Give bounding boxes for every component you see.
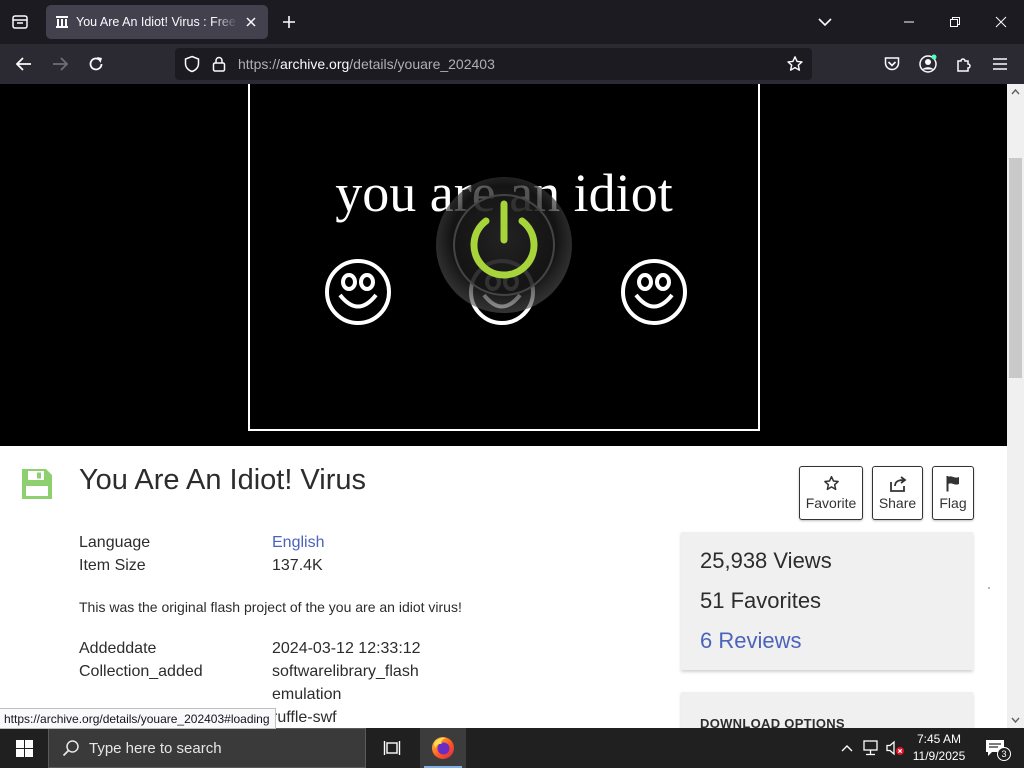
volume-tray-button[interactable] xyxy=(885,738,905,758)
stats-panel: 25,938 Views 51 Favorites 6 Reviews xyxy=(681,532,973,670)
favorite-button[interactable]: Favorite xyxy=(799,466,863,520)
collection-added-value: emulation xyxy=(272,686,342,703)
extensions-button[interactable] xyxy=(952,52,976,76)
reload-button[interactable] xyxy=(84,52,108,76)
download-options-heading: DOWNLOAD OPTIONS xyxy=(700,716,845,728)
clock-time: 7:45 AM xyxy=(916,732,962,746)
favorite-label: Favorite xyxy=(805,495,857,511)
pocket-icon xyxy=(884,57,900,71)
minimize-icon xyxy=(904,21,914,23)
lock-icon[interactable] xyxy=(210,55,228,73)
firefox-view-icon xyxy=(12,15,28,29)
share-icon xyxy=(889,475,906,492)
bookmark-star-icon[interactable] xyxy=(786,55,804,73)
close-window-button[interactable] xyxy=(978,0,1024,44)
notification-center-button[interactable]: 3 xyxy=(978,734,1012,762)
tab-title: You Are An Idiot! Virus : Free Download,… xyxy=(76,15,238,29)
addeddate-value: 2024-03-12 12:33:12 xyxy=(272,640,421,657)
address-bar[interactable]: https://archive.org/details/youare_20240… xyxy=(175,48,812,80)
language-label: Language xyxy=(79,534,151,551)
task-view-button[interactable] xyxy=(372,728,412,768)
item-description: This was the original flash project of t… xyxy=(79,599,462,615)
flash-player[interactable]: you are an idiot xyxy=(248,84,760,431)
clock-date: 11/9/2025 xyxy=(912,749,966,763)
arrow-right-icon xyxy=(53,57,69,71)
scroll-down-arrow-icon[interactable] xyxy=(1011,715,1020,724)
media-theater: you are an idiot xyxy=(0,84,1007,446)
language-link[interactable]: English xyxy=(272,534,324,552)
scrollbar-thumb[interactable] xyxy=(1009,158,1022,378)
collection-added-value: softwarelibrary_flash xyxy=(272,663,419,680)
reviews-link[interactable]: 6 Reviews xyxy=(700,628,801,654)
chevron-down-icon xyxy=(818,18,832,27)
show-hidden-icons-button[interactable] xyxy=(837,738,857,758)
link-status-tooltip: https://archive.org/details/youare_20240… xyxy=(0,708,276,729)
share-label: Share xyxy=(878,494,917,511)
network-tray-button[interactable] xyxy=(861,738,881,758)
start-button[interactable] xyxy=(0,728,48,768)
decorative-dot xyxy=(988,587,990,589)
star-icon xyxy=(823,475,839,491)
collection-added-value: ruffle-swf xyxy=(272,709,337,726)
minimize-button[interactable] xyxy=(886,0,932,44)
page-viewport: you are an idiot xyxy=(0,84,1024,728)
windows-taskbar: Type here to search 7:45 AM 11/9/2025 3 xyxy=(0,728,1024,768)
flag-label: Flag xyxy=(939,495,967,511)
restore-icon xyxy=(950,17,960,27)
forward-button[interactable] xyxy=(48,52,72,76)
close-tab-icon[interactable] xyxy=(242,13,260,31)
task-view-icon xyxy=(383,741,401,755)
new-tab-button[interactable] xyxy=(278,11,300,33)
taskbar-search-box[interactable]: Type here to search xyxy=(48,728,366,768)
browser-tab-bar: You Are An Idiot! Virus : Free Download,… xyxy=(0,0,1024,44)
reload-icon xyxy=(89,57,103,71)
software-floppy-icon xyxy=(22,469,52,499)
favorites-count: 51 Favorites xyxy=(700,588,822,613)
scroll-up-arrow-icon[interactable] xyxy=(1011,88,1020,97)
views-count: 25,938 Views xyxy=(700,548,832,573)
back-button[interactable] xyxy=(12,52,36,76)
addeddate-label: Addeddate xyxy=(79,640,157,657)
download-options-panel: DOWNLOAD OPTIONS xyxy=(681,692,973,728)
restore-button[interactable] xyxy=(932,0,978,44)
windows-logo-icon xyxy=(15,739,33,757)
arrow-left-icon xyxy=(15,57,31,71)
search-placeholder: Type here to search xyxy=(89,739,222,757)
smiley-face-icon xyxy=(621,259,687,325)
play-power-button-icon[interactable] xyxy=(433,174,575,316)
item-title: You Are An Idiot! Virus xyxy=(79,464,366,496)
page-scrollbar[interactable] xyxy=(1007,84,1024,728)
active-tab[interactable]: You Are An Idiot! Virus : Free Download,… xyxy=(46,5,268,39)
tracking-shield-icon[interactable] xyxy=(183,55,201,73)
volume-muted-icon xyxy=(886,740,904,756)
share-button[interactable]: Share xyxy=(872,466,923,520)
account-icon xyxy=(919,54,937,73)
archive-favicon-icon xyxy=(54,14,70,30)
url-text[interactable]: https://archive.org/details/youare_20240… xyxy=(238,56,495,72)
search-icon xyxy=(62,740,79,757)
url-domain: archive.org xyxy=(280,56,350,72)
item-size-value: 137.4K xyxy=(272,557,323,574)
puzzle-icon xyxy=(957,58,971,72)
pocket-button[interactable] xyxy=(880,52,904,76)
plus-icon xyxy=(283,16,295,28)
item-size-label: Item Size xyxy=(79,557,146,574)
flag-icon xyxy=(946,476,959,492)
chevron-up-icon xyxy=(841,745,853,752)
list-all-tabs-button[interactable] xyxy=(814,11,836,33)
flag-button[interactable]: Flag xyxy=(932,466,974,520)
network-icon xyxy=(863,740,878,756)
navigation-toolbar: https://archive.org/details/youare_20240… xyxy=(0,44,1024,84)
menu-button[interactable] xyxy=(988,52,1012,76)
hamburger-icon xyxy=(993,58,1007,70)
notification-count-badge: 3 xyxy=(997,747,1011,761)
firefox-icon xyxy=(432,737,454,759)
collection-added-label: Collection_added xyxy=(79,663,203,680)
taskbar-clock[interactable]: 7:45 AM 11/9/2025 xyxy=(906,731,972,765)
tab-list-button[interactable] xyxy=(8,10,32,34)
close-icon xyxy=(995,16,1007,28)
firefox-taskbar-button[interactable] xyxy=(420,728,466,768)
smiley-face-icon xyxy=(325,259,391,325)
account-button[interactable] xyxy=(916,52,940,76)
